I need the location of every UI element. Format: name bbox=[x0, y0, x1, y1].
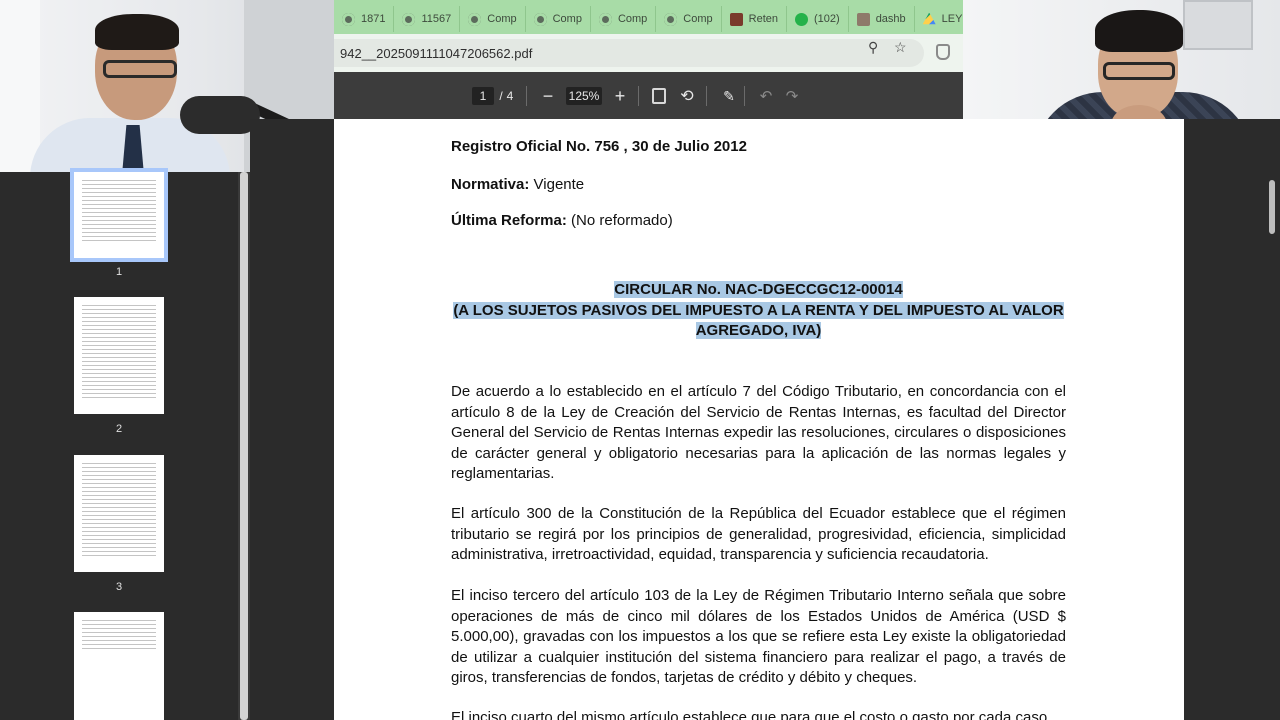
circular-title: CIRCULAR No. NAC-DGECCGC12-00014 (A LOS … bbox=[453, 281, 1064, 339]
thumbnail-sidebar: 1 2 3 4 bbox=[0, 168, 238, 720]
whatsapp-icon bbox=[795, 12, 808, 26]
sidebar-scrollbar[interactable] bbox=[238, 172, 250, 720]
compass-icon bbox=[342, 12, 355, 26]
compass-icon bbox=[468, 12, 482, 26]
thumbnail-label: 2 bbox=[115, 423, 123, 435]
browser-tab[interactable]: 11567 bbox=[394, 6, 461, 32]
viewer-scrollbar[interactable] bbox=[1266, 178, 1280, 720]
thumbnail-label: 3 bbox=[115, 581, 123, 593]
page-thumbnail-4[interactable] bbox=[74, 612, 164, 720]
browser-tab[interactable]: (102) bbox=[787, 6, 849, 32]
browser-tab[interactable]: Comp bbox=[656, 6, 722, 32]
bookmark-star-icon[interactable]: ☆ bbox=[894, 39, 907, 56]
browser-tab[interactable]: Comp bbox=[591, 6, 657, 32]
compass-icon bbox=[664, 12, 678, 26]
annotate-icon[interactable]: ✎ bbox=[720, 87, 738, 105]
toolbar-divider bbox=[706, 86, 707, 106]
browser-tab[interactable]: 1871 bbox=[334, 6, 395, 32]
pdf-toolbar: 1 / 4 − 125% + ⟲ ✎ ↶ ↷ bbox=[334, 72, 963, 119]
browser-tab[interactable]: Reten bbox=[722, 6, 787, 32]
zoom-out-button[interactable]: − bbox=[540, 86, 556, 106]
registro-line: Registro Oficial No. 756 , 30 de Julio 2… bbox=[451, 138, 747, 155]
reforma-line: Última Reforma: (No reformado) bbox=[451, 212, 673, 229]
browser-tab[interactable]: Comp bbox=[460, 6, 526, 32]
url-text: 942__2025091111047206562.pdf bbox=[340, 45, 533, 61]
undo-icon[interactable]: ↶ bbox=[758, 87, 774, 105]
page-thumbnail-1[interactable] bbox=[70, 168, 168, 262]
zoom-in-button[interactable]: + bbox=[612, 86, 628, 106]
zoom-level-input[interactable]: 125% bbox=[566, 87, 602, 105]
address-bar: 942__2025091111047206562.pdf ⚲ ☆ bbox=[334, 34, 963, 72]
rotate-icon[interactable]: ⟲ bbox=[678, 87, 696, 105]
page-thumbnail-3[interactable] bbox=[74, 455, 164, 572]
paragraph: El artículo 300 de la Constitución de la… bbox=[451, 505, 1066, 563]
dashboard-icon bbox=[856, 12, 870, 26]
viewer-scroll-thumb[interactable] bbox=[1269, 180, 1275, 234]
url-field[interactable]: 942__2025091111047206562.pdf bbox=[334, 39, 924, 67]
zoom-icon[interactable]: ⚲ bbox=[868, 39, 878, 56]
thumbnail-label: 1 bbox=[115, 266, 123, 278]
compass-icon bbox=[402, 12, 416, 26]
extension-icon[interactable] bbox=[936, 44, 950, 60]
browser-tab[interactable]: Comp bbox=[526, 6, 591, 32]
sidebar-scroll-thumb[interactable] bbox=[240, 172, 248, 720]
drive-icon bbox=[922, 12, 936, 25]
browser-tab[interactable]: dashb bbox=[849, 6, 915, 32]
toolbar-divider bbox=[638, 86, 639, 106]
page-number-input[interactable]: 1 bbox=[472, 87, 494, 105]
page-thumbnail-2[interactable] bbox=[74, 297, 164, 414]
toolbar-divider bbox=[744, 86, 745, 106]
redo-icon[interactable]: ↷ bbox=[784, 87, 800, 105]
compass-icon bbox=[598, 12, 612, 26]
paragraph: El inciso tercero del artículo 103 de la… bbox=[451, 587, 1066, 686]
paragraph: El inciso cuarto del mismo artículo esta… bbox=[451, 709, 1048, 720]
fit-page-icon[interactable] bbox=[652, 88, 666, 104]
normativa-line: Normativa: Vigente bbox=[451, 176, 585, 193]
sri-icon bbox=[729, 12, 743, 26]
browser-tab-strip: 1871 11567 Comp Comp Comp Comp Reten (10… bbox=[334, 0, 963, 34]
toolbar-divider bbox=[526, 86, 527, 106]
page-total: 4 bbox=[506, 89, 514, 103]
browser-tab[interactable]: LEY O bbox=[915, 6, 963, 32]
paragraph: De acuerdo a lo establecido en el artícu… bbox=[451, 383, 1066, 482]
compass-icon bbox=[533, 12, 547, 26]
